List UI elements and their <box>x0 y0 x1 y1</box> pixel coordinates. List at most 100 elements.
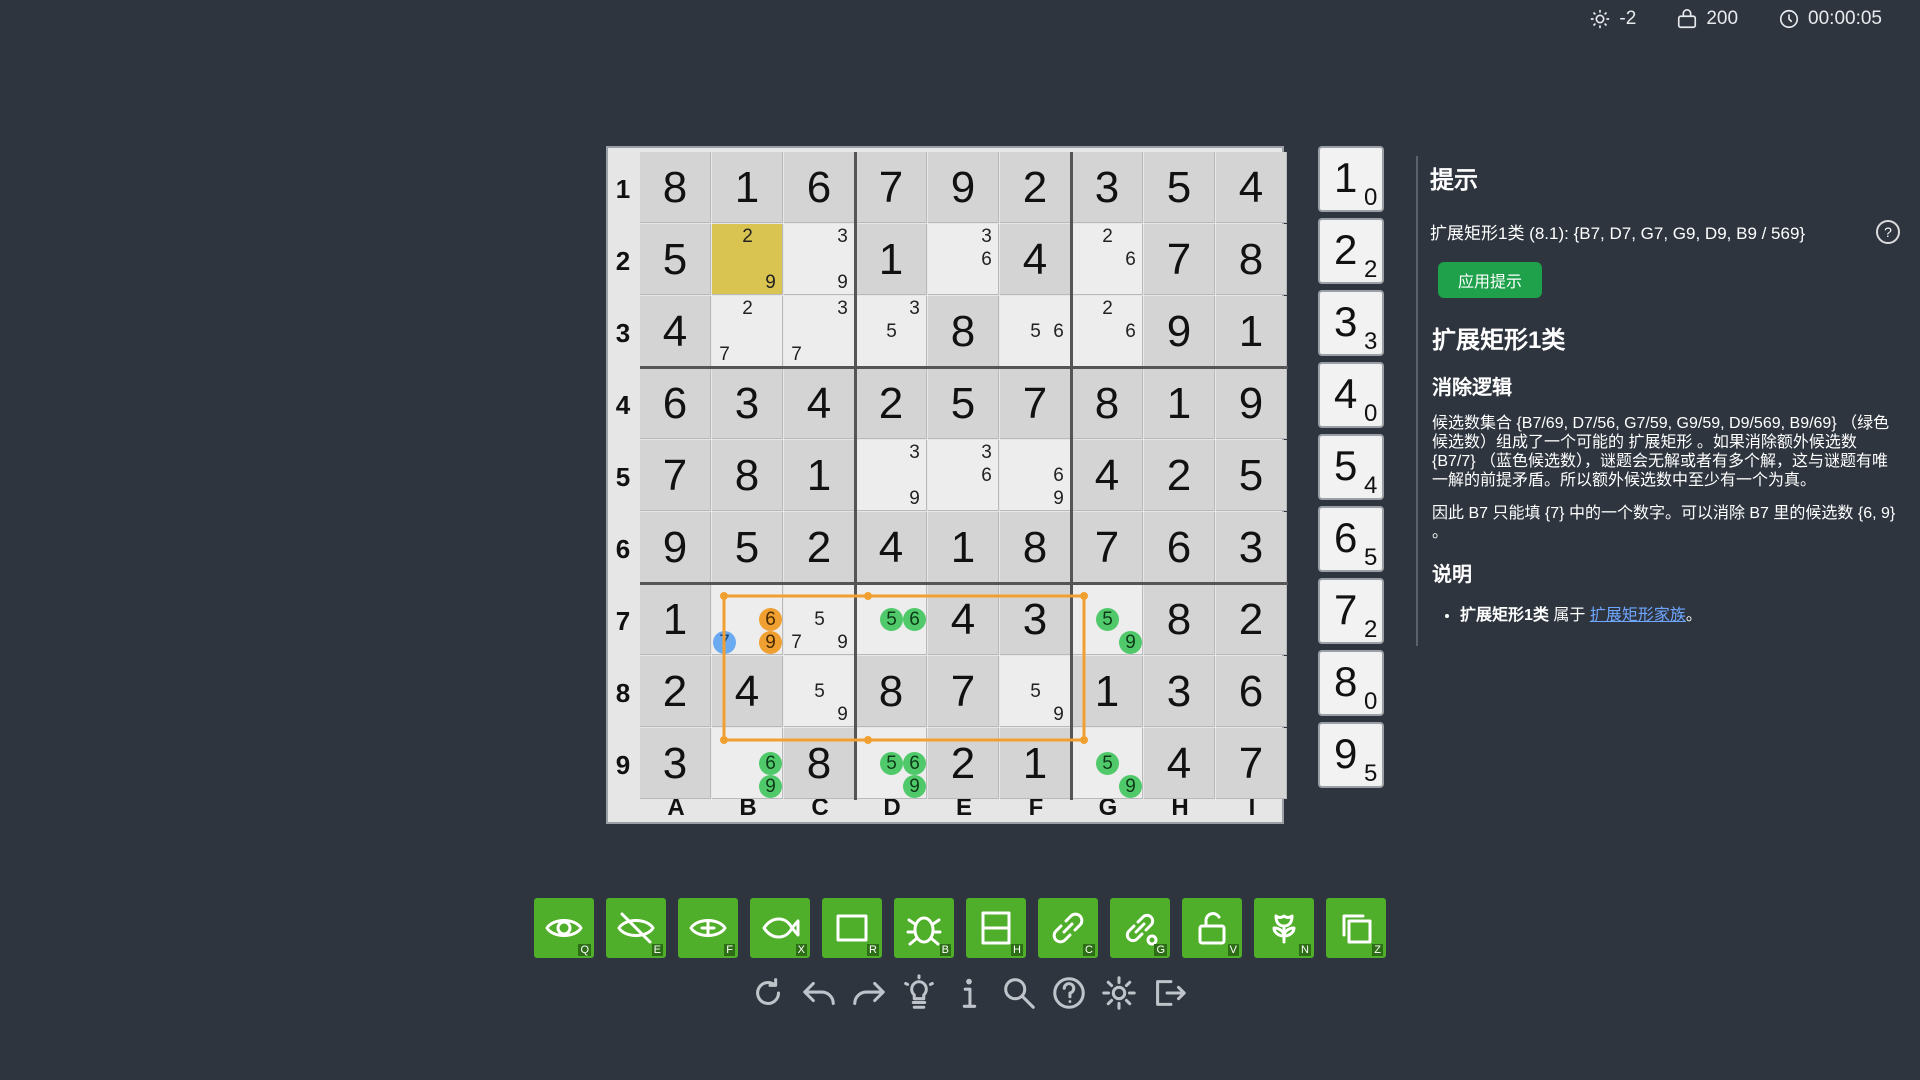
chain-group-tool-button[interactable]: G <box>1110 898 1170 958</box>
settings-icon <box>1102 976 1136 1010</box>
row-label: 8 <box>615 678 631 708</box>
technique-title: 扩展矩形1类 <box>1432 327 1566 354</box>
rectangle-tool-button[interactable]: R <box>822 898 882 958</box>
counter-digit-6[interactable]: 65 <box>1318 506 1384 572</box>
rectangle-overlay <box>720 592 1088 744</box>
eye-off-tool-button[interactable]: E <box>606 898 666 958</box>
notes-heading: 说明 <box>1432 564 1472 586</box>
restart-button[interactable] <box>748 968 790 1018</box>
counter-digit-4[interactable]: 40 <box>1318 362 1384 428</box>
counter-remaining: 5 <box>1364 760 1378 787</box>
house-split-tool-button[interactable]: H <box>966 898 1026 958</box>
hint-panel: 提示 扩展矩形1类 (8.1): {B7, D7, G7, G9, D9, B9… <box>1430 160 1900 625</box>
help-button[interactable] <box>1048 968 1090 1018</box>
counter-remaining: 0 <box>1364 400 1378 427</box>
technique-family-link[interactable]: 扩展矩形家族 <box>1590 607 1686 624</box>
counter-digit-1[interactable]: 10 <box>1318 146 1384 212</box>
settings-button[interactable] <box>1098 968 1140 1018</box>
eye-icon <box>545 919 583 937</box>
loop-node <box>720 592 728 600</box>
exit-icon <box>1156 980 1186 1006</box>
eye-filter-icon <box>689 919 727 937</box>
shortcut-key: V <box>1227 944 1239 956</box>
counter-digit-5[interactable]: 54 <box>1318 434 1384 500</box>
rectangle-loop <box>722 594 1086 742</box>
exit-button[interactable] <box>1148 968 1190 1018</box>
eye-tool-button[interactable]: Q <box>534 898 594 958</box>
counter-digit-2[interactable]: 22 <box>1318 218 1384 284</box>
help-icon <box>1053 977 1085 1009</box>
restart-icon <box>756 978 781 1005</box>
help-circle-icon[interactable]: ? <box>1876 219 1900 244</box>
counter-remaining: 2 <box>1364 616 1378 643</box>
chain-tool-button[interactable]: C <box>1038 898 1098 958</box>
shortcut-key: G <box>1154 944 1167 956</box>
counter-digit-7[interactable]: 72 <box>1318 578 1384 644</box>
logic-heading: 消除逻辑 <box>1432 377 1512 399</box>
clock-icon <box>1779 9 1799 29</box>
counter-digit: 1 <box>1334 154 1358 201</box>
fish-tool-button[interactable]: X <box>750 898 810 958</box>
bug-icon <box>906 916 942 946</box>
unlock-icon <box>1198 912 1226 945</box>
info-button[interactable] <box>948 968 990 1018</box>
search-button[interactable] <box>998 968 1040 1018</box>
row-label: 4 <box>615 390 631 420</box>
undo-icon <box>803 981 835 1005</box>
counter-remaining: 0 <box>1364 688 1378 715</box>
lightbulb-icon <box>904 974 934 1009</box>
loop-node <box>864 736 872 744</box>
house-split-icon <box>981 911 1011 945</box>
row-label: 9 <box>615 750 631 780</box>
hint-title: 提示 <box>1430 167 1478 194</box>
counter-digit: 7 <box>1334 586 1358 633</box>
flower-tool-button[interactable]: N <box>1254 898 1314 958</box>
undo-button[interactable] <box>798 968 840 1018</box>
chain-icon <box>1052 912 1084 944</box>
shortcut-key: F <box>724 944 735 956</box>
counter-remaining: 0 <box>1364 184 1378 211</box>
shortcut-key: C <box>1083 944 1095 956</box>
row-label: 3 <box>615 318 631 348</box>
shortcut-key: R <box>867 944 879 956</box>
row-label: 5 <box>615 462 631 492</box>
logic-text: 候选数集合 {B7/69, D7/56, G7/59, G9/59, D9/56… <box>1432 415 1890 489</box>
counter-digit: 9 <box>1334 730 1358 777</box>
counter-digit-3[interactable]: 33 <box>1318 290 1384 356</box>
counter-digit: 6 <box>1334 514 1358 561</box>
shortcut-key: B <box>939 944 951 956</box>
counter-digit-8[interactable]: 80 <box>1318 650 1384 716</box>
shortcut-key: Q <box>578 944 591 956</box>
row-label: 2 <box>615 246 631 276</box>
fish-icon <box>762 917 800 939</box>
search-icon <box>1004 978 1035 1009</box>
eye-filter-tool-button[interactable]: F <box>678 898 738 958</box>
brightness-value: -2 <box>1619 8 1637 29</box>
apply-hint-button[interactable]: 应用提示 <box>1438 262 1543 298</box>
counter-remaining: 3 <box>1364 328 1378 355</box>
counter-digit: 3 <box>1334 298 1358 345</box>
info-icon <box>962 978 977 1008</box>
counter-digit: 4 <box>1334 370 1358 417</box>
loop-node <box>720 736 728 744</box>
counter-remaining: 5 <box>1364 544 1378 571</box>
note-item: 扩展矩形1类 属于 扩展矩形家族。 <box>1460 601 1900 625</box>
bug-tool-button[interactable]: B <box>894 898 954 958</box>
shortcut-key: N <box>1299 944 1311 956</box>
counter-digit-9[interactable]: 95 <box>1318 722 1384 788</box>
status-bar: -2 200 00:00:05 <box>1589 8 1882 30</box>
panel-divider <box>1416 156 1418 646</box>
timer: 00:00:05 <box>1778 8 1882 30</box>
row-label: 7 <box>615 606 631 636</box>
shortcut-key: Z <box>1372 944 1383 956</box>
lightbulb-button[interactable] <box>898 968 940 1018</box>
hint-summary: 扩展矩形1类 (8.1): {B7, D7, G7, G9, D9, B9 / … <box>1430 224 1806 243</box>
counter-digit: 5 <box>1334 442 1358 489</box>
conclusion-text: 因此 B7 只能填 {7} 中的一个数字。可以消除 B7 里的候选数 {6, 9… <box>1432 505 1896 541</box>
copy-tool-button[interactable]: Z <box>1326 898 1386 958</box>
redo-button[interactable] <box>848 968 890 1018</box>
unlock-tool-button[interactable]: V <box>1182 898 1242 958</box>
shortcut-key: X <box>795 944 807 956</box>
brightness-indicator: -2 <box>1589 8 1636 30</box>
notes-list: 扩展矩形1类 属于 扩展矩形家族。 <box>1440 601 1900 625</box>
